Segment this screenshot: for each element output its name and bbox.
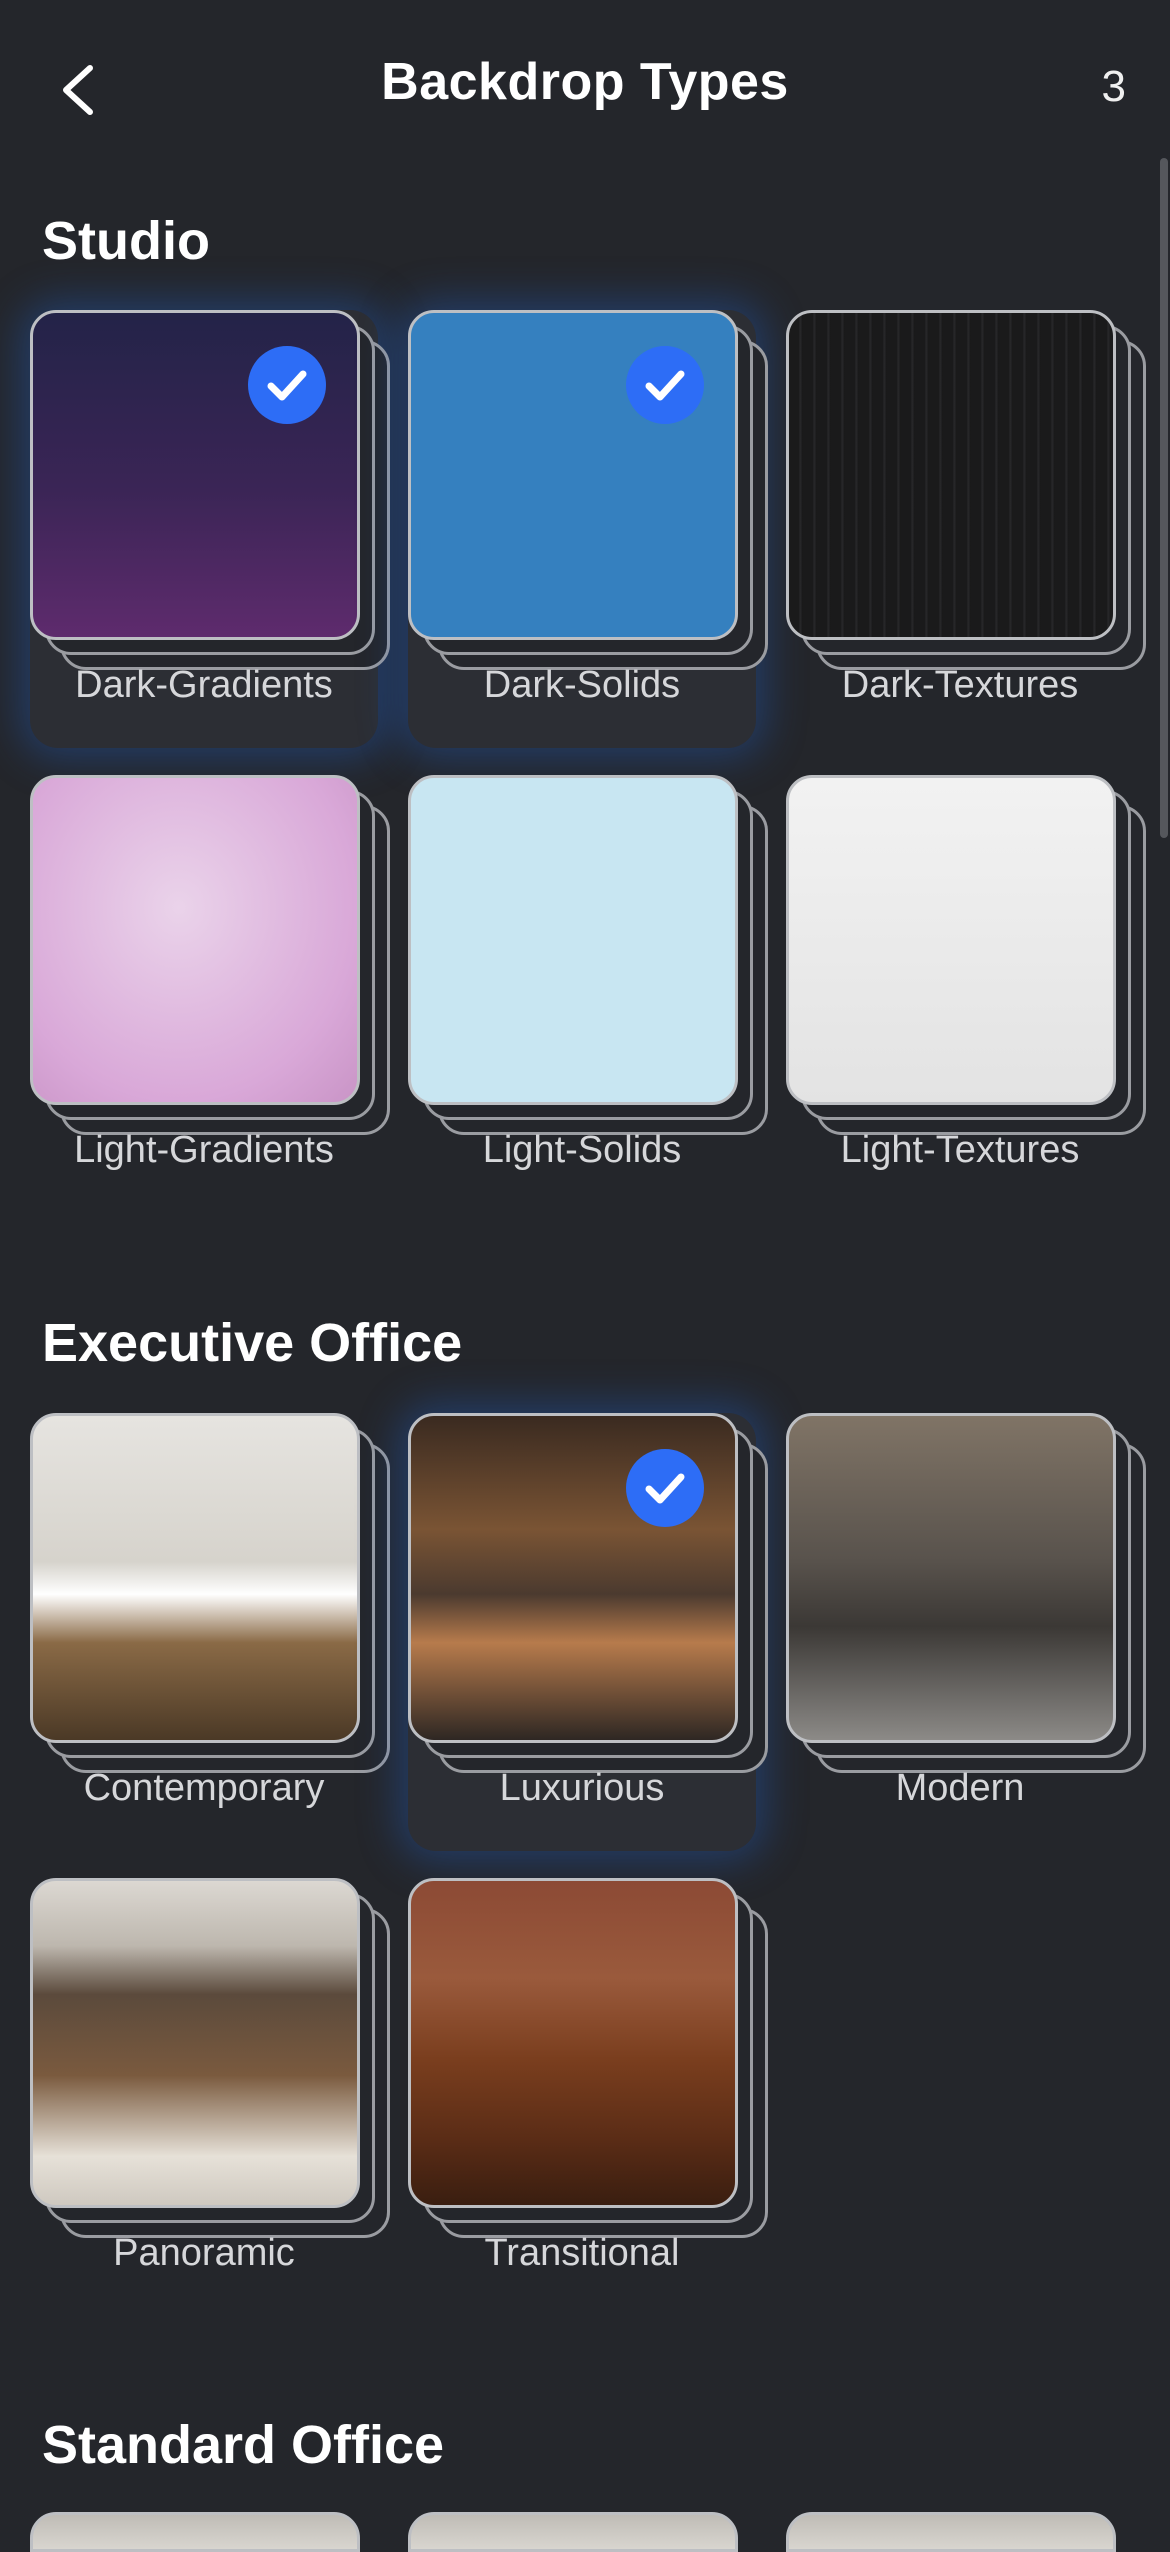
section-title-standard-office: Standard Office	[42, 2415, 445, 2475]
backdrop-card-light-solids[interactable]: Light-Solids	[408, 775, 768, 1213]
header-bar: Backdrop Types 3	[0, 0, 1170, 160]
backdrop-card-dark-textures[interactable]: Dark-Textures	[786, 310, 1146, 748]
backdrop-card-light-gradients[interactable]: Light-Gradients	[30, 775, 390, 1213]
check-icon	[626, 346, 704, 424]
backdrop-card-dark-gradients[interactable]: Dark-Gradients	[30, 310, 390, 748]
thumbnail	[786, 310, 1116, 640]
backdrop-card-dark-solids[interactable]: Dark-Solids	[408, 310, 768, 748]
thumbnail	[30, 775, 360, 1105]
backdrop-card-luxurious[interactable]: Luxurious	[408, 1413, 768, 1851]
card-label: Dark-Solids	[483, 664, 681, 706]
card-label: Modern	[895, 1767, 1025, 1809]
scrollbar[interactable]	[1160, 158, 1168, 838]
check-icon	[248, 346, 326, 424]
card-label: Light-Solids	[482, 1129, 682, 1171]
page-title: Backdrop Types	[381, 53, 789, 111]
selected-count: 3	[1101, 62, 1126, 111]
backdrop-card-partial[interactable]	[786, 2512, 1116, 2552]
section-title-studio: Studio	[42, 211, 210, 271]
card-label: Contemporary	[83, 1767, 325, 1809]
card-label: Panoramic	[113, 2232, 295, 2274]
thumbnail	[408, 1878, 738, 2208]
backdrop-card-light-textures[interactable]: Light-Textures	[786, 775, 1146, 1213]
thumbnail	[30, 1413, 360, 1743]
card-label: Light-Gradients	[74, 1129, 334, 1171]
backdrop-card-partial[interactable]	[408, 2512, 738, 2552]
section-title-executive-office: Executive Office	[42, 1313, 463, 1373]
backdrop-card-contemporary[interactable]: Contemporary	[30, 1413, 390, 1851]
thumbnail	[30, 1878, 360, 2208]
card-label: Light-Textures	[840, 1129, 1080, 1171]
backdrop-card-modern[interactable]: Modern	[786, 1413, 1146, 1851]
thumbnail	[786, 1413, 1116, 1743]
backdrop-card-panoramic[interactable]: Panoramic	[30, 1878, 390, 2316]
card-label: Dark-Textures	[841, 664, 1079, 706]
card-label: Dark-Gradients	[75, 664, 333, 706]
card-label: Transitional	[484, 2232, 680, 2274]
check-icon	[626, 1449, 704, 1527]
backdrop-card-partial[interactable]	[30, 2512, 360, 2552]
card-label: Luxurious	[499, 1767, 665, 1809]
thumbnail	[408, 775, 738, 1105]
backdrop-card-transitional[interactable]: Transitional	[408, 1878, 768, 2316]
thumbnail	[786, 775, 1116, 1105]
